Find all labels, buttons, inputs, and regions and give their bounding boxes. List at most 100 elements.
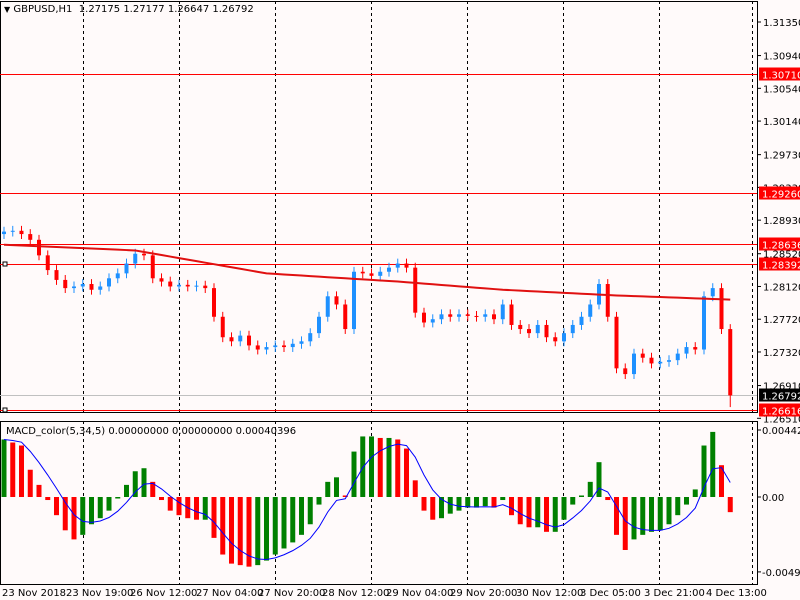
candle-body: [562, 333, 566, 342]
macd-histogram-bar: [106, 497, 112, 511]
macd-histogram-bar: [474, 497, 479, 508]
candle-body: [509, 304, 514, 325]
candle-body: [465, 314, 470, 316]
candle-body: [422, 312, 426, 323]
macd-histogram-bar: [526, 497, 532, 528]
candle-body: [667, 360, 671, 362]
macd-histogram-bar: [605, 497, 611, 501]
macd-histogram-bar: [299, 497, 304, 535]
macd-histogram-bar: [377, 437, 383, 497]
macd-histogram-bar: [395, 439, 401, 497]
macd-histogram-bar: [710, 431, 716, 497]
candle-body: [640, 353, 645, 358]
price-tick-label: 1.31350: [763, 18, 800, 29]
price-tick-label: 1.30940: [763, 52, 800, 63]
macd-histogram-bar: [649, 497, 654, 532]
macd-histogram-bar: [237, 497, 243, 566]
macd-histogram-bar: [80, 497, 86, 535]
price-tick-label: 1.27320: [763, 348, 800, 359]
macd-histogram-bar: [194, 497, 199, 520]
ohlc-values: 1.27175 1.27177 1.26647 1.26792: [78, 4, 254, 15]
candle-body: [483, 314, 488, 317]
candle-body: [10, 230, 15, 232]
macd-histogram-bar: [684, 497, 689, 505]
price-tick-label: 1.27720: [763, 315, 800, 326]
candle-body: [107, 278, 111, 287]
macd-histogram-bar: [360, 436, 366, 497]
chart-menu-arrow-icon[interactable]: ▼: [4, 5, 10, 14]
candle-body: [605, 284, 610, 317]
candle-body: [474, 315, 479, 317]
macd-histogram-bar: [10, 442, 16, 497]
candle-body: [614, 316, 619, 369]
price-tick-label: 1.28930: [763, 216, 800, 227]
macd-histogram-bar: [465, 497, 471, 508]
candle-body: [37, 239, 41, 256]
macd-histogram-bar: [570, 497, 576, 505]
candle-body: [675, 353, 680, 361]
macd-histogram-bar: [325, 481, 331, 497]
macd-histogram-bar: [124, 484, 129, 497]
candle-body: [212, 288, 216, 317]
candle-body: [684, 347, 689, 354]
candle-body: [387, 267, 391, 272]
macd-histogram-bar: [657, 497, 663, 531]
candle-body: [553, 337, 558, 342]
candle-body: [229, 337, 234, 342]
candle-body: [343, 304, 348, 330]
macd-histogram-bar: [579, 495, 584, 497]
candle-body: [45, 255, 50, 271]
price-level-label: 1.30710: [762, 71, 800, 82]
candle-body: [220, 316, 225, 338]
macd-histogram-bar: [36, 484, 42, 497]
candle-body: [19, 230, 24, 235]
candle-body: [413, 267, 418, 313]
candle-body: [255, 345, 260, 350]
level-marker: [2, 407, 8, 413]
candle-body: [360, 271, 365, 274]
time-tick-label: 29 Nov 04:00: [386, 588, 453, 599]
indicator-label: MACD_color(5,34,5) 0.00000000 0.00000000…: [6, 426, 297, 437]
indicator-tick-label: 0.004426: [762, 426, 800, 437]
price-chart[interactable]: 1.313501.309401.305401.301401.297301.293…: [0, 0, 800, 600]
candle-body: [649, 357, 654, 364]
macd-histogram-bar: [675, 497, 681, 516]
price-tick-label: 1.30140: [763, 117, 800, 128]
candle-body: [133, 253, 138, 264]
candle-body: [159, 278, 164, 282]
macd-histogram-bar: [27, 469, 33, 497]
candle-body: [290, 343, 295, 348]
candle-body: [544, 324, 549, 338]
candle-body: [457, 314, 461, 317]
macd-histogram-bar: [115, 497, 121, 499]
price-level-label: 1.29260: [762, 190, 800, 201]
macd-histogram-bar: [692, 489, 698, 497]
macd-histogram-bar: [316, 497, 322, 505]
candle-body: [63, 279, 68, 289]
macd-histogram-bar: [447, 497, 453, 514]
macd-histogram-bar: [369, 436, 374, 497]
candle-body: [527, 329, 531, 334]
candle-body: [168, 281, 173, 287]
candle-body: [535, 324, 540, 334]
candle-body: [325, 296, 330, 317]
candle-body: [378, 271, 383, 276]
candle-body: [185, 284, 190, 287]
candle-body: [28, 234, 33, 240]
candle-body: [623, 368, 628, 375]
macd-histogram-bar: [517, 497, 523, 525]
candle-body: [194, 285, 199, 287]
candle-body: [124, 263, 129, 274]
candle-body: [80, 284, 85, 287]
candle-body: [702, 296, 706, 350]
candle-body: [247, 335, 251, 346]
macd-histogram-bar: [334, 477, 339, 497]
macd-histogram-bar: [500, 497, 506, 501]
macd-histogram-bar: [220, 497, 226, 555]
candle-body: [2, 231, 6, 235]
time-tick-label: 4 Dec 13:00: [706, 588, 767, 599]
macd-histogram-bar: [631, 497, 637, 540]
time-tick-label: 26 Nov 12:00: [130, 588, 197, 599]
macd-histogram-bar: [132, 471, 138, 497]
time-tick-label: 3 Dec 21:00: [644, 588, 705, 599]
